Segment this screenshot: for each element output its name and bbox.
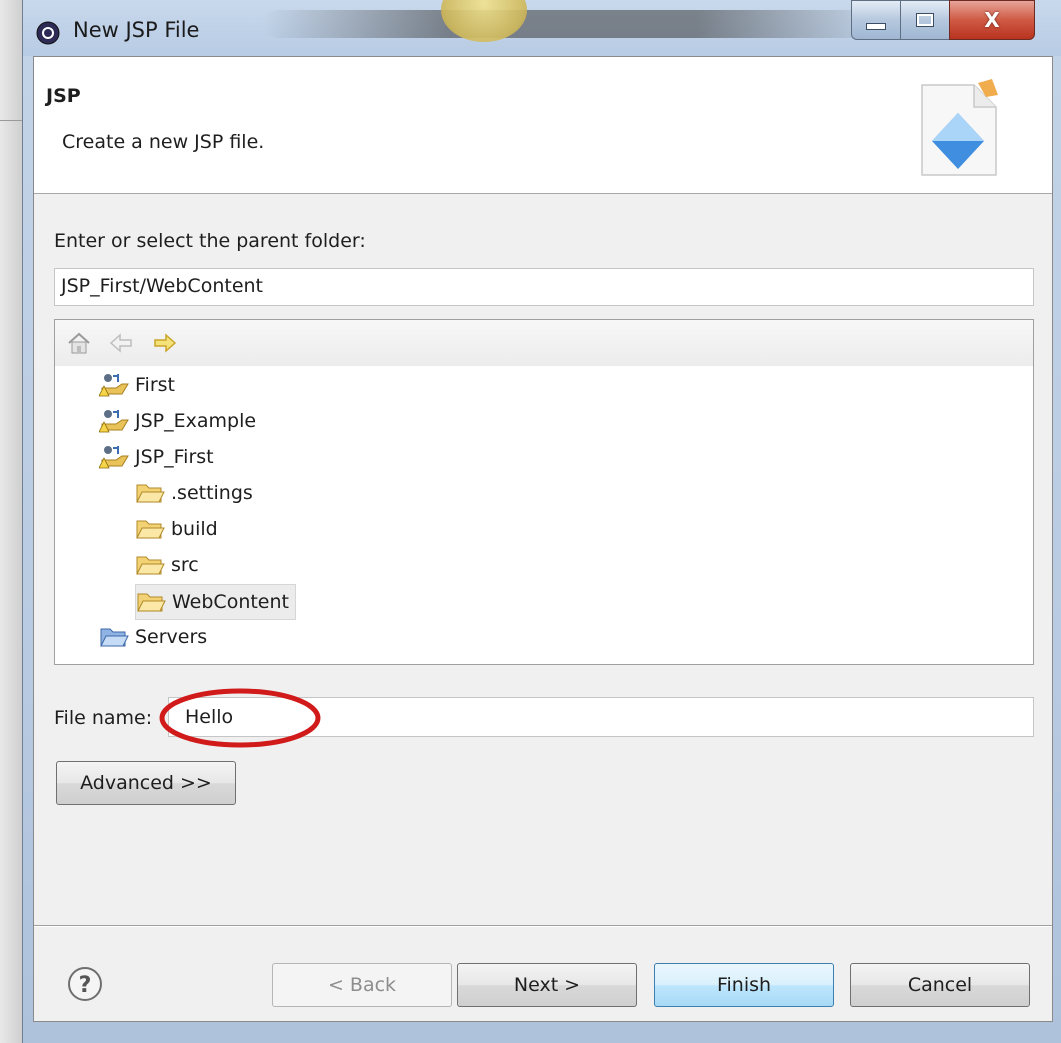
servers-folder-icon — [100, 628, 129, 647]
home-icon[interactable] — [65, 330, 93, 356]
tree-item-jsp-example[interactable]: JSP_Example — [99, 404, 256, 438]
tree-item-settings[interactable]: .settings — [135, 476, 253, 510]
dialog-window: New JSP File X JSP Create a new JSP file… — [22, 0, 1061, 1043]
desktop-edge — [0, 0, 22, 1043]
file-name-label: File name: — [54, 707, 153, 729]
folder-icon — [136, 484, 165, 503]
help-glyph: ? — [79, 973, 92, 998]
tree-item-webcontent[interactable]: WebContent — [135, 584, 296, 620]
file-name-value: Hello — [185, 706, 234, 728]
tree-item-first[interactable]: First — [99, 368, 175, 402]
folder-icon — [136, 556, 165, 575]
tree-item-build[interactable]: build — [135, 512, 218, 546]
folder-icon — [137, 593, 166, 612]
minimize-icon — [866, 22, 886, 30]
tree-item-label: src — [171, 554, 199, 576]
divider-highlight — [34, 926, 1052, 927]
close-icon: X — [984, 8, 1000, 32]
next-button[interactable]: Next > — [457, 963, 637, 1007]
window-title: New JSP File — [73, 18, 200, 42]
tree-item-label: Servers — [135, 626, 208, 648]
tree-item-label: JSP_Example — [135, 410, 257, 432]
project-warning-icon — [99, 446, 129, 469]
page-title: JSP — [46, 85, 81, 107]
tree-item-servers[interactable]: Servers — [99, 620, 207, 654]
jsp-file-wizard-icon — [921, 79, 998, 176]
tree-item-src[interactable]: src — [135, 548, 199, 582]
back-arrow-icon[interactable] — [107, 330, 135, 356]
title-bar-glare — [263, 10, 883, 38]
maximize-button[interactable] — [900, 0, 950, 40]
project-warning-icon — [99, 410, 129, 433]
minimize-button[interactable] — [851, 0, 901, 40]
eclipse-app-icon — [36, 21, 60, 45]
dialog-client-area: JSP Create a new JSP file. Enter or sele… — [33, 56, 1053, 1022]
back-button[interactable]: < Back — [272, 963, 452, 1007]
parent-folder-label: Enter or select the parent folder: — [54, 230, 366, 252]
advanced-button[interactable]: Advanced >> — [56, 761, 236, 805]
parent-folder-input[interactable]: JSP_First/WebContent — [54, 268, 1034, 306]
tree-item-label: JSP_First — [135, 446, 214, 468]
finish-button[interactable]: Finish — [654, 963, 834, 1007]
tree-item-label: build — [171, 518, 218, 540]
tree-toolbar — [55, 320, 1033, 366]
forward-arrow-icon[interactable] — [151, 330, 179, 356]
tree-item-label: WebContent — [172, 591, 289, 613]
tree-item-label: .settings — [171, 482, 253, 504]
folder-tree[interactable]: First JSP_Example JSP_First .settings bu… — [54, 319, 1034, 665]
folder-icon — [136, 520, 165, 539]
maximize-icon — [916, 13, 934, 27]
project-warning-icon — [99, 374, 129, 397]
close-button[interactable]: X — [949, 0, 1035, 40]
divider — [0, 120, 22, 121]
tree-item-label: First — [135, 374, 175, 396]
tree-item-jsp-first[interactable]: JSP_First — [99, 440, 214, 474]
cancel-button[interactable]: Cancel — [850, 963, 1030, 1007]
help-icon[interactable]: ? — [66, 965, 104, 1003]
file-name-input[interactable]: Hello — [168, 697, 1034, 737]
page-description: Create a new JSP file. — [62, 131, 265, 153]
wizard-banner: JSP Create a new JSP file. — [34, 57, 1052, 194]
title-bar[interactable]: New JSP File X — [23, 0, 1061, 56]
